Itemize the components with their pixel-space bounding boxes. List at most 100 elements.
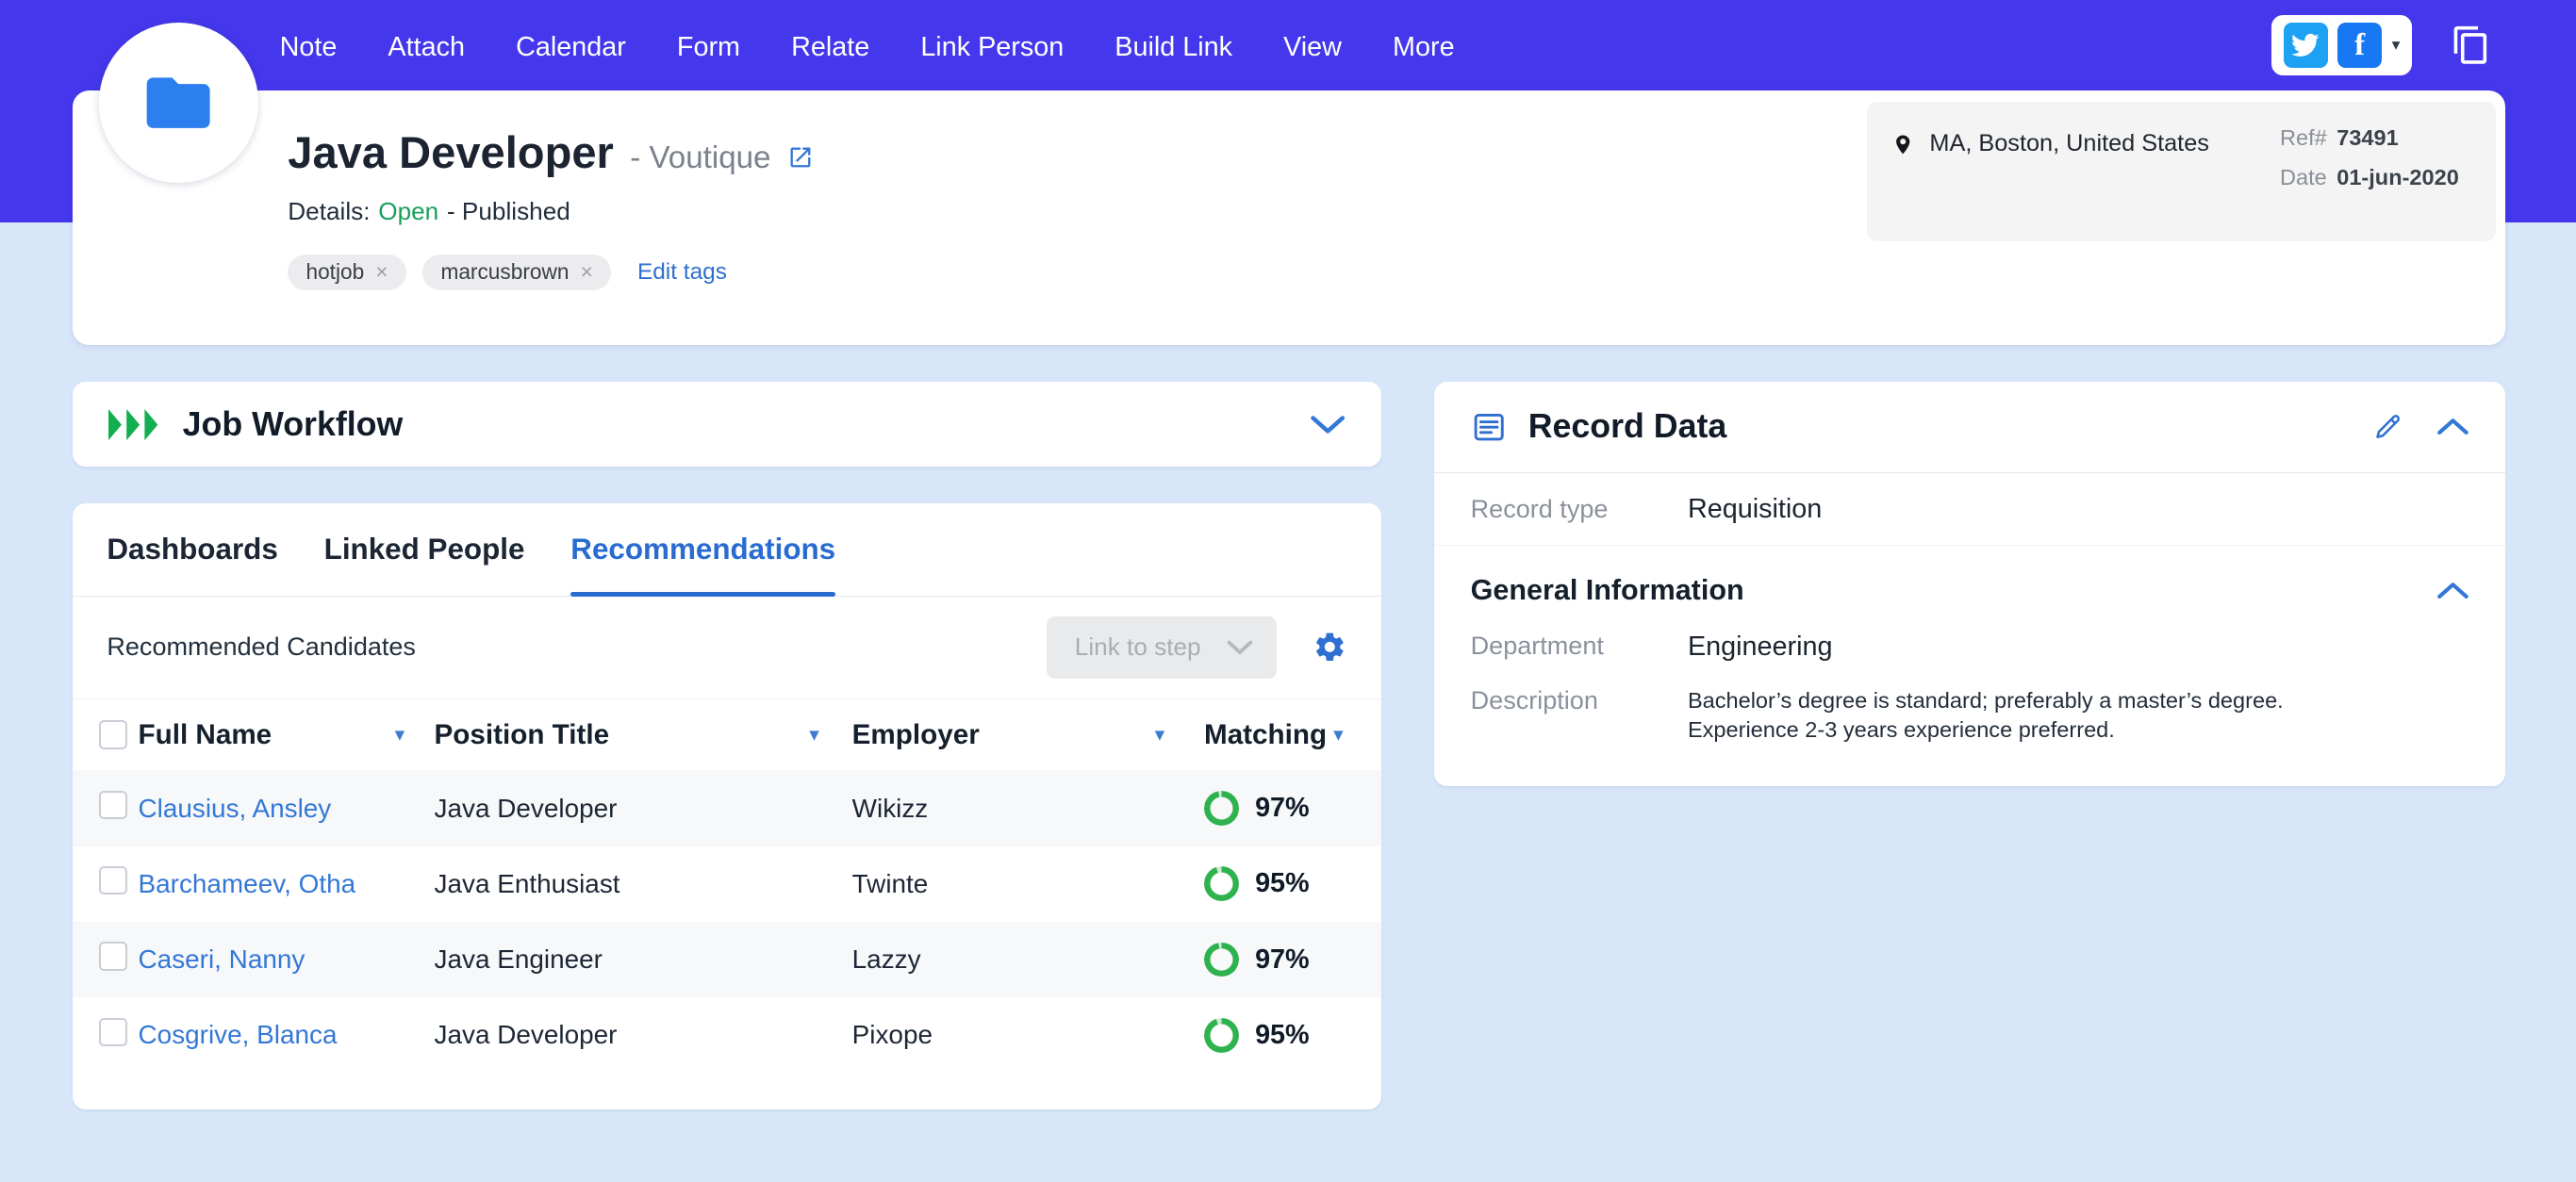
description-row: Description Bachelor’s degree is standar… — [1434, 674, 2505, 756]
nav-item-relate[interactable]: Relate — [791, 32, 869, 63]
sort-caret-icon[interactable]: ▾ — [1155, 723, 1165, 747]
top-menu: Note Attach Calendar Form Relate Link Pe… — [280, 0, 1455, 95]
department-label: Department — [1470, 632, 1604, 661]
candidate-name-link[interactable]: Caseri, Nanny — [139, 944, 305, 974]
match-progress-ring — [1204, 1017, 1239, 1053]
record-type-row: Record type Requisition — [1434, 473, 2506, 547]
table-header-row: Full Name ▾ Position Title ▾ Employer ▾ Mat… — [72, 698, 1382, 771]
candidate-row: Caseri, Nanny Java Engineer Lazzy 97% — [72, 921, 1382, 998]
published-label: - Published — [446, 197, 570, 226]
candidate-name-link[interactable]: Cosgrive, Blanca — [139, 1020, 338, 1049]
match-progress-ring — [1204, 942, 1239, 977]
date-label: Date — [2280, 165, 2327, 190]
edit-tags-link[interactable]: Edit tags — [637, 259, 727, 286]
status-badge: Open — [378, 197, 439, 226]
nav-item-build-link[interactable]: Build Link — [1115, 32, 1232, 63]
record-collapse-icon[interactable] — [2436, 418, 2469, 435]
page-title: Java Developer — [288, 126, 614, 177]
row-checkbox[interactable] — [98, 866, 127, 895]
department-row: Department Engineering — [1434, 620, 2505, 674]
match-progress-ring — [1204, 866, 1239, 902]
candidates-table: Full Name ▾ Position Title ▾ Employer ▾ Mat… — [72, 698, 1382, 1074]
edit-record-icon[interactable] — [2372, 411, 2403, 442]
candidate-position: Java Enthusiast — [434, 868, 620, 898]
match-percent: 97% — [1255, 944, 1310, 975]
ref-label: Ref# — [2280, 124, 2327, 150]
record-data-icon — [1474, 413, 1504, 440]
remove-tag-icon[interactable]: × — [375, 259, 388, 285]
candidate-position: Java Developer — [434, 1020, 618, 1050]
nav-item-note[interactable]: Note — [280, 32, 338, 63]
tag-hotjob: hotjob × — [288, 254, 406, 290]
column-employer[interactable]: Employer — [852, 719, 980, 751]
tab-bar: Dashboards Linked People Recommendations — [72, 503, 1382, 598]
description-value: Bachelor’s degree is standard; preferabl… — [1687, 687, 2284, 743]
nav-item-calendar[interactable]: Calendar — [516, 32, 626, 63]
tag-label: marcusbrown — [440, 259, 570, 285]
share-dropdown-caret-icon[interactable]: ▾ — [2392, 35, 2401, 55]
sort-caret-icon[interactable]: ▾ — [1333, 723, 1344, 747]
general-information-collapse-icon[interactable] — [2436, 582, 2469, 599]
chevron-down-icon — [1228, 640, 1253, 655]
candidate-employer: Twinte — [851, 868, 929, 898]
job-info-box: MA, Boston, United States Ref# 73491 Dat… — [1867, 102, 2496, 242]
nav-item-form[interactable]: Form — [677, 32, 740, 63]
twitter-icon[interactable] — [2283, 23, 2328, 68]
recommendations-toolbar: Recommended Candidates Link to step — [73, 597, 1382, 698]
general-information-title: General Information — [1470, 574, 1744, 607]
candidate-row: Cosgrive, Blanca Java Developer Pixope 9… — [73, 997, 1382, 1073]
workflow-title: Job Workflow — [182, 404, 404, 443]
external-link-icon[interactable] — [787, 144, 814, 177]
column-full-name[interactable]: Full Name — [139, 719, 272, 751]
candidate-position: Java Developer — [434, 793, 618, 823]
record-data-card: Record Data Record type Requisition Gene… — [1434, 381, 2506, 787]
candidate-name-link[interactable]: Barchameev, Otha — [139, 869, 356, 898]
match-percent: 95% — [1255, 1019, 1310, 1050]
sort-caret-icon[interactable]: ▾ — [395, 723, 405, 747]
job-header-card: Java Developer - Voutique Details: Open … — [72, 23, 2505, 346]
company-name-link[interactable]: - Voutique — [630, 140, 770, 176]
match-percent: 95% — [1255, 868, 1310, 899]
description-label: Description — [1470, 685, 1598, 714]
record-type-label: Record type — [1470, 494, 1609, 523]
page: Note Attach Calendar Form Relate Link Pe… — [0, 0, 2576, 1182]
candidate-employer: Wikizz — [851, 793, 929, 823]
column-position-title[interactable]: Position Title — [435, 719, 610, 751]
row-checkbox[interactable] — [98, 1017, 127, 1046]
ref-value: 73491 — [2337, 124, 2399, 150]
settings-gear-icon[interactable] — [1313, 630, 1347, 665]
tab-linked-people[interactable]: Linked People — [324, 503, 525, 596]
column-matching[interactable]: Matching — [1204, 719, 1327, 751]
row-checkbox[interactable] — [98, 942, 127, 971]
workflow-expand-icon[interactable] — [1310, 415, 1346, 435]
candidate-employer: Lazzy — [851, 944, 921, 975]
row-checkbox[interactable] — [98, 790, 127, 820]
link-to-step-button[interactable]: Link to step — [1047, 616, 1277, 679]
record-type-value: Requisition — [1687, 493, 1823, 524]
remove-tag-icon[interactable]: × — [581, 259, 593, 285]
duplicate-record-icon[interactable] — [2451, 25, 2492, 66]
tag-label: hotjob — [305, 259, 365, 285]
sort-caret-icon[interactable]: ▾ — [809, 723, 819, 747]
candidate-name-link[interactable]: Clausius, Ansley — [139, 794, 332, 823]
tag-marcusbrown: marcusbrown × — [422, 254, 612, 290]
facebook-icon[interactable]: f — [2337, 23, 2383, 68]
select-all-checkbox[interactable] — [98, 720, 127, 749]
candidate-row: Clausius, Ansley Java Developer Wikizz 9… — [72, 770, 1382, 846]
record-data-title: Record Data — [1527, 407, 1727, 446]
department-value: Engineering — [1687, 632, 1833, 663]
nav-item-link-person[interactable]: Link Person — [920, 32, 1064, 63]
job-workflow-card: Job Workflow — [72, 381, 1382, 468]
recommendations-card: Dashboards Linked People Recommendations… — [72, 502, 1382, 1109]
candidate-position: Java Engineer — [434, 944, 603, 975]
nav-item-attach[interactable]: Attach — [388, 32, 465, 63]
candidate-employer: Pixope — [851, 1020, 933, 1050]
job-location: MA, Boston, United States — [1929, 129, 2209, 156]
nav-item-more[interactable]: More — [1393, 32, 1455, 63]
nav-item-view[interactable]: View — [1283, 32, 1342, 63]
topbar-actions: f ▾ — [2271, 14, 2492, 76]
tab-recommendations[interactable]: Recommendations — [570, 503, 835, 598]
recommended-candidates-label: Recommended Candidates — [107, 632, 416, 662]
tab-dashboards[interactable]: Dashboards — [107, 503, 277, 596]
details-label: Details: — [288, 197, 371, 226]
